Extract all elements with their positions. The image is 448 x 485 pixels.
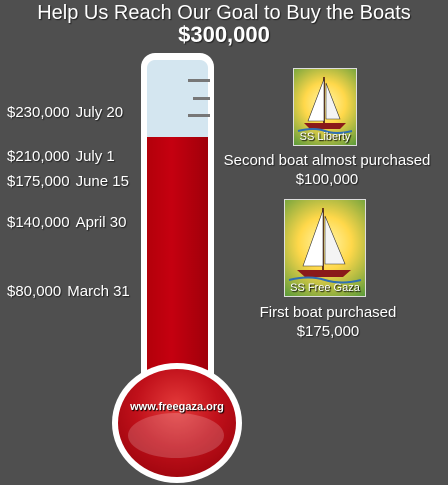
boat-status-caption: Second boat almost purchased $100,000 [212, 151, 442, 189]
scale-tick [193, 97, 210, 100]
boat-name: SS Free Gaza [290, 282, 360, 294]
boat-status: Second boat almost purchased [223, 152, 431, 169]
milestone: $80,000 March 31 [7, 283, 130, 300]
boat-card-ss-free-gaza: SS Free Gaza [284, 199, 366, 297]
boat-amount: $175,000 [296, 323, 360, 340]
bulb-highlight [128, 413, 224, 458]
milestone-date: March 31 [67, 283, 130, 300]
boat-name: SS Liberty [299, 131, 351, 143]
milestone-amount: $140,000 [7, 214, 70, 231]
milestone: $140,000 April 30 [7, 214, 126, 231]
milestone-date: June 15 [75, 173, 129, 190]
scale-tick [188, 114, 210, 117]
milestone-amount: $80,000 [7, 283, 62, 300]
boat-status: First boat purchased [259, 304, 397, 321]
boat-amount: $100,000 [295, 171, 359, 188]
milestone-date: July 1 [75, 148, 115, 165]
scale-tick [188, 79, 210, 82]
boat-status-caption: First boat purchased $175,000 [238, 303, 418, 341]
milestone-amount: $210,000 [7, 148, 70, 165]
milestone-amount: $230,000 [7, 104, 70, 121]
milestone: $210,000 July 1 [7, 148, 115, 165]
milestone-date: April 30 [75, 214, 127, 231]
thermometer-glass [147, 60, 208, 390]
milestone: $230,000 July 20 [7, 104, 123, 121]
thermometer-fill [147, 136, 208, 390]
boat-card-ss-liberty: SS Liberty [293, 68, 357, 146]
milestone-date: July 20 [75, 104, 124, 121]
website-label: www.freegaza.org [130, 401, 224, 413]
goal-amount: $300,000 [178, 22, 270, 47]
milestone-amount: $175,000 [7, 173, 70, 190]
milestone: $175,000 June 15 [7, 173, 129, 190]
